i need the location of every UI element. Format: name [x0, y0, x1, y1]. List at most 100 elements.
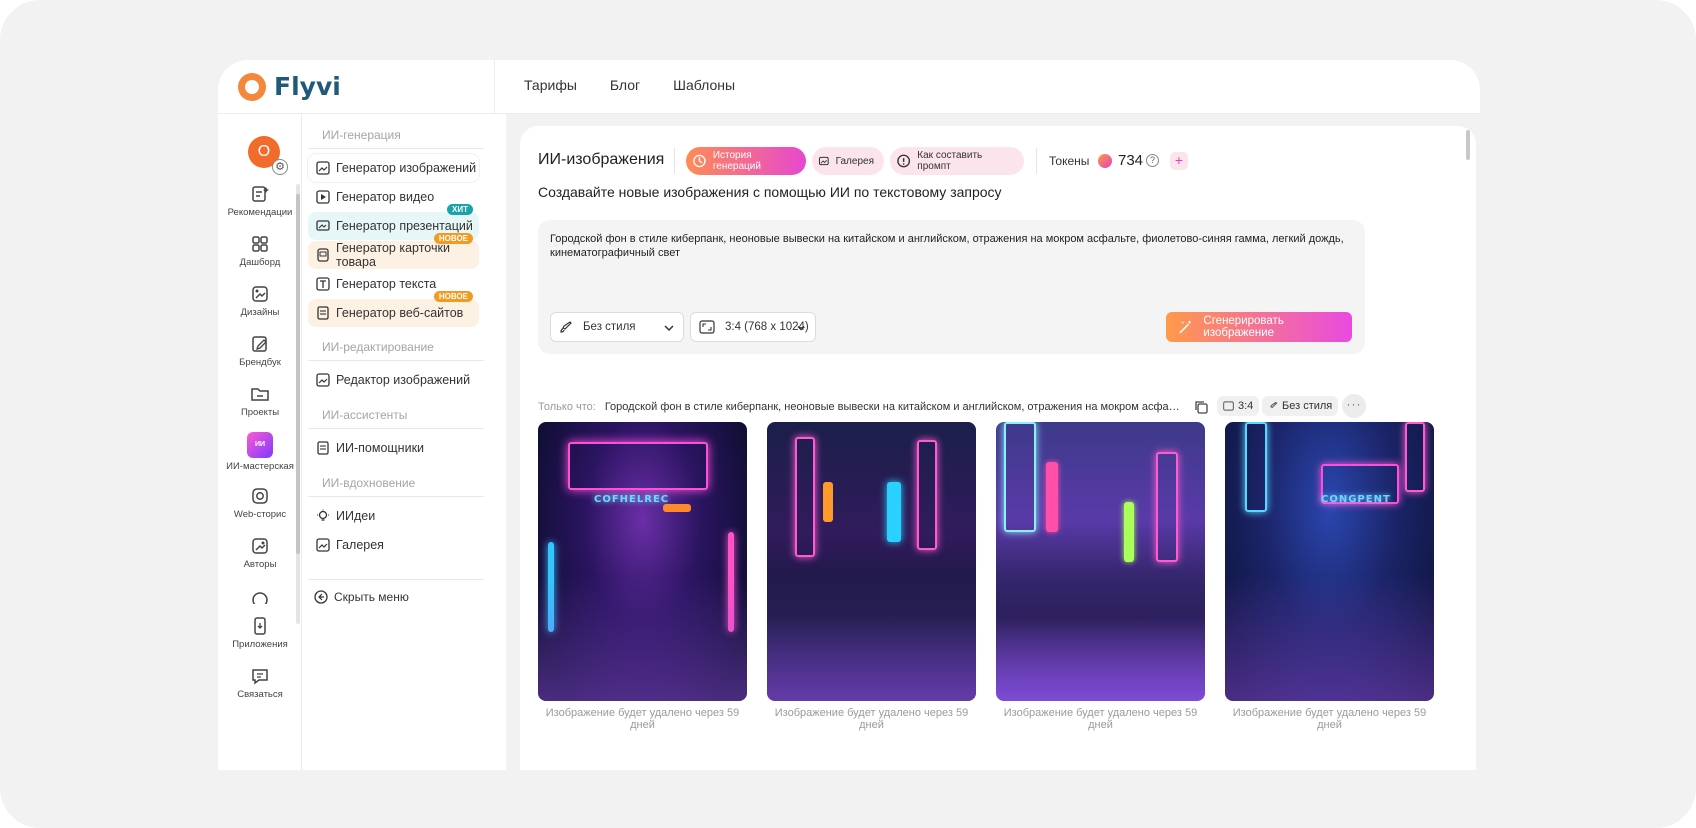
generated-image[interactable]: [996, 422, 1205, 701]
instagram-icon: [252, 488, 268, 504]
hit-badge: ХИТ: [447, 204, 473, 215]
copy-icon[interactable]: [1193, 399, 1209, 415]
brush-icon: [1270, 401, 1278, 409]
image-caption: Изображение будет удалено через 59 дней: [774, 707, 969, 731]
content-scrollbar[interactable]: [1466, 130, 1470, 160]
add-tokens-button[interactable]: +: [1170, 152, 1188, 170]
generated-image[interactable]: CONGPENT: [1225, 422, 1434, 701]
nav-templates[interactable]: Шаблоны: [673, 77, 735, 93]
help-icon[interactable]: ?: [1146, 154, 1159, 167]
leftbar-item-dashboard[interactable]: Дашборд: [218, 234, 302, 268]
token-coin-icon: [1098, 154, 1112, 168]
leftbar-label: ИИ-мастерская: [226, 461, 294, 472]
generated-image[interactable]: [767, 422, 976, 701]
recommendations-icon: [252, 186, 269, 202]
leftbar-label: Дизайны: [240, 307, 280, 318]
prompt-help-button[interactable]: Как составить промпт: [890, 147, 1024, 175]
leftbar-item-designs[interactable]: Дизайны: [218, 284, 302, 318]
menu-item-image-generator[interactable]: Генератор изображений: [308, 154, 479, 182]
nav-pricing[interactable]: Тарифы: [524, 77, 577, 93]
recent-style-chip: Без стиля: [1262, 396, 1339, 416]
leftbar-item-contact[interactable]: Связаться: [218, 666, 302, 700]
menu-section-editing: ИИ-редактирование: [322, 340, 434, 354]
history-label: История генераций: [712, 150, 761, 172]
generated-image-card[interactable]: Изображение будет удалено через 59 дней: [996, 422, 1205, 731]
hide-menu-button[interactable]: Скрыть меню: [314, 590, 409, 604]
page-subtitle: Создавайте новые изображения с помощью И…: [538, 184, 1002, 200]
leftbar-item-brandbook[interactable]: Брендбук: [218, 334, 302, 368]
leftbar-item-projects[interactable]: Проекты: [218, 384, 302, 418]
divider: [308, 428, 484, 429]
leftbar-item-authors[interactable]: Авторы: [218, 536, 302, 570]
magic-wand-icon: [1179, 320, 1192, 334]
recent-prompt: Городской фон в стиле киберпанк, неоновы…: [604, 401, 1183, 413]
gear-icon[interactable]: ⚙: [272, 159, 288, 175]
leftbar-item-recommendations[interactable]: Рекомендации: [218, 184, 302, 218]
leftbar-label: Авторы: [243, 559, 277, 570]
hide-menu-label: Скрыть меню: [334, 590, 409, 604]
history-button[interactable]: История генераций: [686, 147, 806, 175]
image-generator-icon: [316, 161, 330, 175]
neon-sign: [1405, 422, 1425, 492]
leftbar-item-apps[interactable]: Приложения: [218, 616, 302, 650]
leftbar-item-more[interactable]: [218, 590, 302, 604]
menu-item-product-card-generator[interactable]: Генератор карточки товара НОВОЕ: [308, 233, 479, 269]
more-options-button[interactable]: ···: [1342, 394, 1366, 418]
new-badge: НОВОЕ: [433, 233, 473, 244]
leftbar-label: Приложения: [232, 639, 288, 650]
generated-image-card[interactable]: Изображение будет удалено через 59 дней: [767, 422, 976, 731]
neon-sign: [795, 437, 815, 557]
leftbar-label: Проекты: [240, 407, 280, 418]
gallery-label: Галерея: [835, 155, 874, 167]
ai-helpers-icon: [317, 441, 329, 455]
menu-item-label: Генератор видео: [336, 190, 435, 204]
generated-image[interactable]: COFHELREC: [538, 422, 747, 701]
designs-icon: [252, 286, 268, 302]
tokens-value: 734: [1118, 152, 1144, 169]
prompt-textarea[interactable]: Городской фон в стиле киберпанк, неоновы…: [550, 232, 1350, 260]
neon-sign: [1245, 422, 1267, 512]
text-generator-icon: [316, 277, 330, 291]
divider: [308, 579, 484, 580]
menu-item-ideas[interactable]: ИИдеи: [308, 502, 479, 530]
brush-icon: [560, 321, 572, 333]
nav-blog[interactable]: Блог: [610, 77, 640, 93]
lightbulb-icon: [317, 509, 329, 521]
info-icon: [897, 154, 911, 168]
gallery-button[interactable]: Галерея: [812, 147, 884, 175]
menu-item-website-generator[interactable]: Генератор веб-сайтов НОВОЕ: [308, 291, 479, 327]
recent-ratio-chip: 3:4: [1217, 396, 1260, 416]
neon-light: [1124, 502, 1134, 562]
neon-sign-text: CONGPENT: [1321, 494, 1391, 505]
menu-item-image-editor[interactable]: Редактор изображений: [308, 366, 479, 394]
menu-item-label: Генератор текста: [336, 277, 437, 291]
menu-item-label: Генератор карточки товара: [336, 241, 450, 269]
menu-item-ai-helpers[interactable]: ИИ-помощники: [308, 434, 479, 462]
brandbook-icon: [252, 336, 267, 352]
style-select[interactable]: Без стиля: [550, 312, 684, 342]
menu-item-label: Галерея: [336, 538, 384, 552]
generated-image-card[interactable]: COFHELREC Изображение будет удалено чере…: [538, 422, 747, 731]
leftbar-item-ai-workshop[interactable]: ИИ ИИ-мастерская: [218, 432, 302, 472]
ratio-select[interactable]: 3:4 (768 x 1024): [690, 312, 816, 342]
gallery-icon: [316, 538, 330, 552]
neon-light: [823, 482, 833, 522]
divider: [308, 360, 484, 361]
divider: [308, 496, 484, 497]
logo-text: Flyvi: [274, 72, 341, 101]
wet-road-reflection: [767, 575, 976, 701]
page-title: ИИ-изображения: [538, 151, 665, 168]
top-bar: Flyvi Тарифы Блог Шаблоны: [218, 60, 1480, 114]
logo[interactable]: Flyvi: [238, 72, 341, 101]
neon-sign-text: COFHELREC: [594, 494, 670, 505]
recent-generation-row: Только что: Городской фон в стиле киберп…: [538, 394, 1366, 418]
generate-button[interactable]: Сгенерировать изображение: [1166, 312, 1352, 342]
prompt-box: Городской фон в стиле киберпанк, неоновы…: [538, 220, 1365, 354]
menu-item-gallery[interactable]: Галерея: [308, 531, 479, 559]
wet-road-reflection: [1225, 575, 1434, 701]
neon-sign: [568, 442, 708, 490]
leftbar-item-web-stories[interactable]: Web-сторис: [218, 486, 302, 520]
top-nav: Тарифы Блог Шаблоны: [524, 77, 735, 93]
generated-image-card[interactable]: CONGPENT Изображение будет удалено через…: [1225, 422, 1434, 731]
new-badge: НОВОЕ: [433, 291, 473, 302]
